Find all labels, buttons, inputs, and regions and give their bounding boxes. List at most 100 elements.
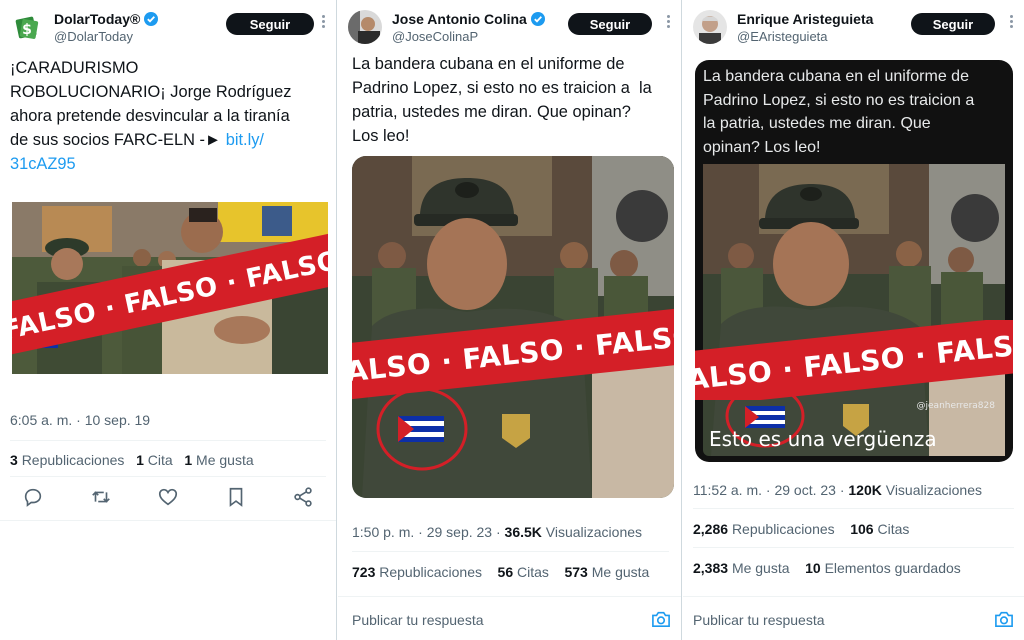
stat-value: 3 <box>10 452 18 468</box>
tweet-text-line: ROBOLUCIONARIO¡ Jorge Rodríguez <box>10 83 292 101</box>
avatar[interactable]: $ <box>10 10 44 44</box>
stat-quotes[interactable]: 56 Citas <box>498 564 549 580</box>
reply-input[interactable]: Publicar tu respuesta <box>693 612 825 628</box>
more-options-icon[interactable] <box>320 13 326 28</box>
share-icon[interactable] <box>292 486 314 508</box>
display-name[interactable]: Jose Antonio Colina <box>392 11 545 27</box>
engagement-stats-row2: 2,383 Me gusta 10 Elementos guardados <box>693 560 961 576</box>
display-name-text[interactable]: DolarToday® <box>54 11 140 27</box>
display-name-text[interactable]: Jose Antonio Colina <box>392 11 527 27</box>
image-overlay-text: La bandera cubana en el uniforme de Padr… <box>703 65 974 159</box>
tweet-timestamp[interactable]: 11:52 a. m. · 29 oct. 23 · 120K Visualiz… <box>693 482 982 498</box>
divider <box>693 547 1014 548</box>
follow-button[interactable]: Seguir <box>226 13 314 35</box>
avatar[interactable] <box>693 10 727 44</box>
tweet-photo: FALSO · FALSO · FALSO <box>12 202 328 374</box>
stat-likes[interactable]: 1 Me gusta <box>184 452 253 468</box>
camera-icon[interactable] <box>651 610 671 628</box>
tweet-text-line: patria, ustedes me diran. Que opinan? <box>352 103 631 121</box>
stat-quotes[interactable]: 1 Cita <box>136 452 173 468</box>
follow-button[interactable]: Seguir <box>568 13 652 35</box>
follow-button[interactable]: Seguir <box>911 13 995 35</box>
tweet-text-line: Padrino Lopez, si esto no es traicion a … <box>352 79 652 97</box>
engagement-stats: 723 Republicaciones 56 Citas 573 Me gust… <box>352 564 649 580</box>
tweet-text-line: ahora pretende desvincular a la tiranía <box>10 107 290 125</box>
stat-reposts[interactable]: 2,286 Republicaciones <box>693 521 835 537</box>
timestamp-text: 1:50 p. m. · 29 sep. 23 · <box>352 524 501 540</box>
tweet-text-line: La bandera cubana en el uniforme de <box>352 55 625 73</box>
views-label: Visualizaciones <box>545 524 643 540</box>
tweet-image[interactable]: La bandera cubana en el uniforme de Padr… <box>695 60 1013 462</box>
stat-value: 56 <box>497 564 514 580</box>
tweet-link-continued[interactable]: 31cAZ95 <box>10 152 291 176</box>
divider <box>352 551 669 552</box>
views-label: Visualizaciones <box>885 482 982 498</box>
display-name-text[interactable]: Enrique Aristeguieta <box>737 11 873 27</box>
stat-bookmarks[interactable]: 10 Elementos guardados <box>805 560 961 576</box>
falso-banner: FALSO · FALSO · FALSO <box>695 320 1013 400</box>
stat-value: 723 <box>352 564 376 580</box>
watermark-text: @jeanherrera828 <box>917 401 996 411</box>
tweet-text: La bandera cubana en el uniforme de Padr… <box>352 52 652 148</box>
tweet-header: Jose Antonio Colina @JoseColinaP Seguir <box>348 8 671 48</box>
stat-value: 106 <box>850 521 874 537</box>
like-icon[interactable] <box>157 486 179 508</box>
retweet-icon[interactable] <box>90 486 112 508</box>
avatar[interactable] <box>348 10 382 44</box>
reply-composer[interactable]: Publicar tu respuesta <box>683 596 1024 640</box>
tweet-text-fragment: de sus socios FARC-ELN -► <box>10 131 222 149</box>
tweet-actions <box>22 486 314 512</box>
stat-likes[interactable]: 2,383 Me gusta <box>693 560 790 576</box>
image-text-line: opinan? Los leo! <box>703 138 821 156</box>
tweet-header: $ DolarToday® @DolarToday Seguir <box>10 8 326 48</box>
tweet-timestamp[interactable]: 1:50 p. m. · 29 sep. 23 · 36.5K Visualiz… <box>352 524 642 540</box>
stat-value: 573 <box>564 564 588 580</box>
display-name[interactable]: DolarToday® <box>54 11 159 27</box>
image-text-line: la patria, ustedes me diran. Que <box>703 115 931 132</box>
views-count: 36.5K <box>504 524 542 540</box>
stat-label: Citas <box>877 521 910 537</box>
bookmark-icon[interactable] <box>225 486 247 508</box>
divider <box>10 476 326 477</box>
reply-input[interactable]: Publicar tu respuesta <box>352 612 484 628</box>
stat-label: Republicaciones <box>21 452 125 468</box>
stat-label: Me gusta <box>731 560 790 576</box>
user-handle[interactable]: @EAristeguieta <box>737 28 873 45</box>
tweet-image[interactable]: FALSO · FALSO · FALSO <box>352 156 674 498</box>
divider <box>10 440 326 441</box>
timestamp-text: 11:52 a. m. · 29 oct. 23 · <box>693 482 845 498</box>
stat-likes[interactable]: 573 Me gusta <box>564 564 649 580</box>
svg-text:$: $ <box>22 22 32 38</box>
engagement-stats: 3 Republicaciones 1 Cita 1 Me gusta <box>10 452 254 468</box>
tweet-image[interactable]: FALSO · FALSO · FALSO <box>12 202 328 374</box>
more-options-icon[interactable] <box>1008 13 1014 28</box>
more-options-icon[interactable] <box>665 13 671 28</box>
display-name[interactable]: Enrique Aristeguieta <box>737 11 873 27</box>
stat-label: Republicaciones <box>379 564 482 580</box>
stat-label: Elementos guardados <box>824 560 961 576</box>
tweet-text-line: Los leo! <box>352 127 410 145</box>
stat-value: 2,286 <box>693 521 729 537</box>
reply-composer[interactable]: Publicar tu respuesta <box>338 596 681 640</box>
verified-badge-icon <box>530 12 545 26</box>
stat-value: 10 <box>805 560 821 576</box>
image-text-line: La bandera cubana en el uniforme de <box>703 68 969 85</box>
tweet-text: ¡CARADURISMO ROBOLUCIONARIO¡ Jorge Rodrí… <box>10 56 291 176</box>
image-caption: Esto es una vergüenza <box>709 427 937 451</box>
tweet-text-line: de sus socios FARC-ELN -► bit.ly/ <box>10 128 291 152</box>
stat-reposts[interactable]: 3 Republicaciones <box>10 452 124 468</box>
divider <box>0 520 336 521</box>
tweet-timestamp[interactable]: 6:05 a. m. · 10 sep. 19 <box>10 412 150 428</box>
image-text-line: Padrino Lopez, si esto no es traicion a <box>703 91 975 109</box>
stat-reposts[interactable]: 723 Republicaciones <box>352 564 482 580</box>
engagement-stats: 2,286 Republicaciones 106 Citas <box>693 521 909 537</box>
tweet-header: Enrique Aristeguieta @EAristeguieta Segu… <box>693 8 1014 48</box>
stat-label: Republicaciones <box>731 521 835 537</box>
camera-icon[interactable] <box>994 610 1014 628</box>
views-count: 120K <box>848 482 882 498</box>
tweet-link[interactable]: bit.ly/ <box>226 131 264 149</box>
reply-icon[interactable] <box>22 486 44 508</box>
stat-quotes[interactable]: 106 Citas <box>850 521 909 537</box>
user-handle[interactable]: @DolarToday <box>54 28 158 45</box>
user-handle[interactable]: @JoseColinaP <box>392 28 545 45</box>
